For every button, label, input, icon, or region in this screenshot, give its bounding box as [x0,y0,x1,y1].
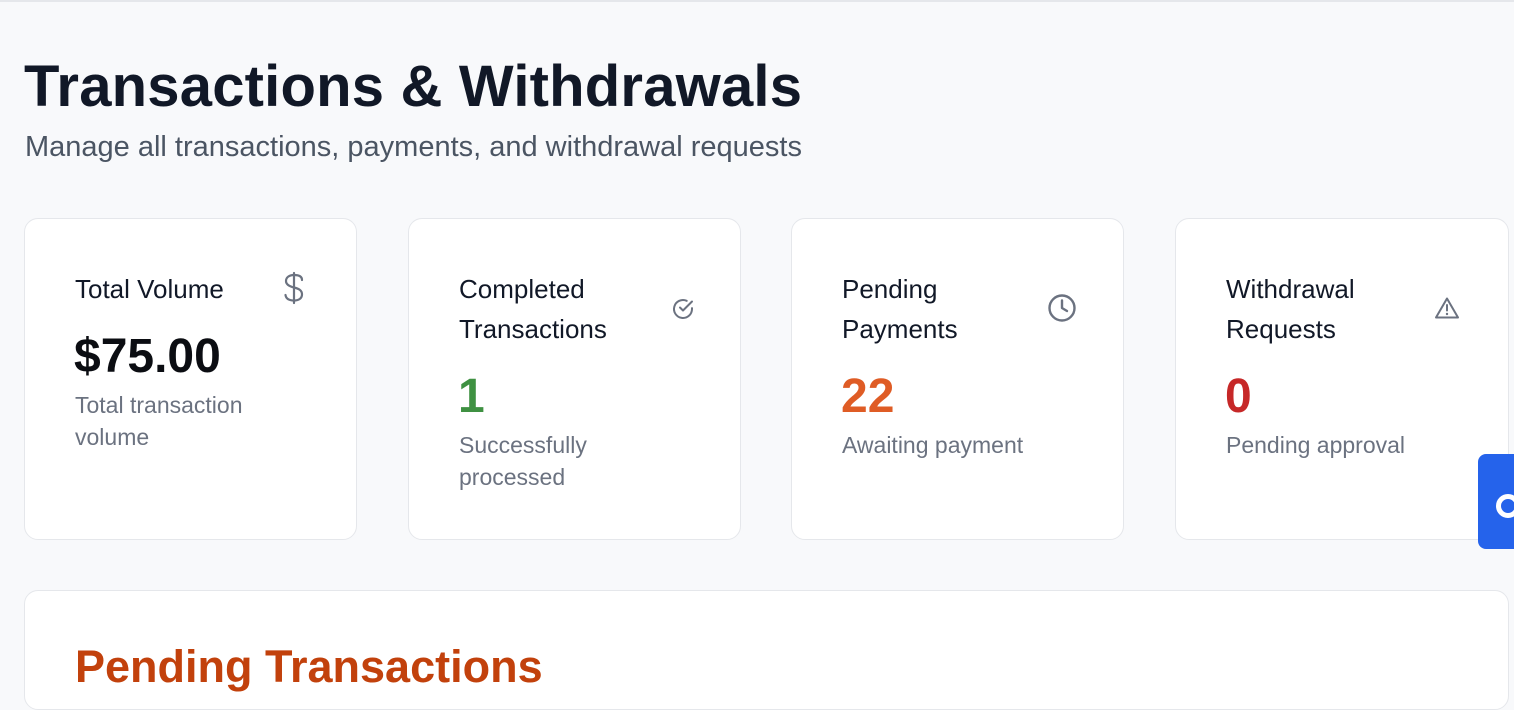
stat-card-withdrawal-requests: Withdrawal Requests 0 Pending approval [1175,218,1509,540]
page-title: Transactions & Withdrawals [24,54,803,119]
chat-widget-button[interactable] [1478,454,1514,549]
stat-value: $75.00 [74,330,221,383]
stat-caption: Total transaction volume [75,392,243,450]
stat-value: 0 [1225,370,1252,423]
dollar-icon [281,271,307,310]
clock-icon [1047,293,1077,328]
top-divider [0,0,1514,2]
pending-transactions-panel: Pending Transactions [24,590,1509,710]
stat-value: 1 [458,370,485,423]
stat-card-pending-payments: Pending Payments 22 Awaiting payment [791,218,1124,540]
stat-value: 22 [841,370,895,423]
stat-caption: Pending approval [1226,432,1406,458]
stat-caption: Successfully processed [459,432,587,490]
stat-caption: Awaiting payment [842,432,1024,458]
stat-card-completed-transactions: Completed Transactions 1 Successfully pr… [408,218,741,540]
stat-title: Pending Payments [842,274,958,344]
page-subtitle: Manage all transactions, payments, and w… [25,131,802,163]
stat-card-total-volume: Total Volume $75.00 Total transaction vo… [24,218,357,540]
chat-icon [1496,494,1514,518]
stat-title: Withdrawal Requests [1226,274,1355,344]
stat-title: Completed Transactions [459,274,607,344]
stat-title: Total Volume [75,274,224,304]
check-circle-icon [671,297,695,326]
alert-triangle-icon [1434,296,1460,325]
section-title: Pending Transactions [75,641,543,692]
